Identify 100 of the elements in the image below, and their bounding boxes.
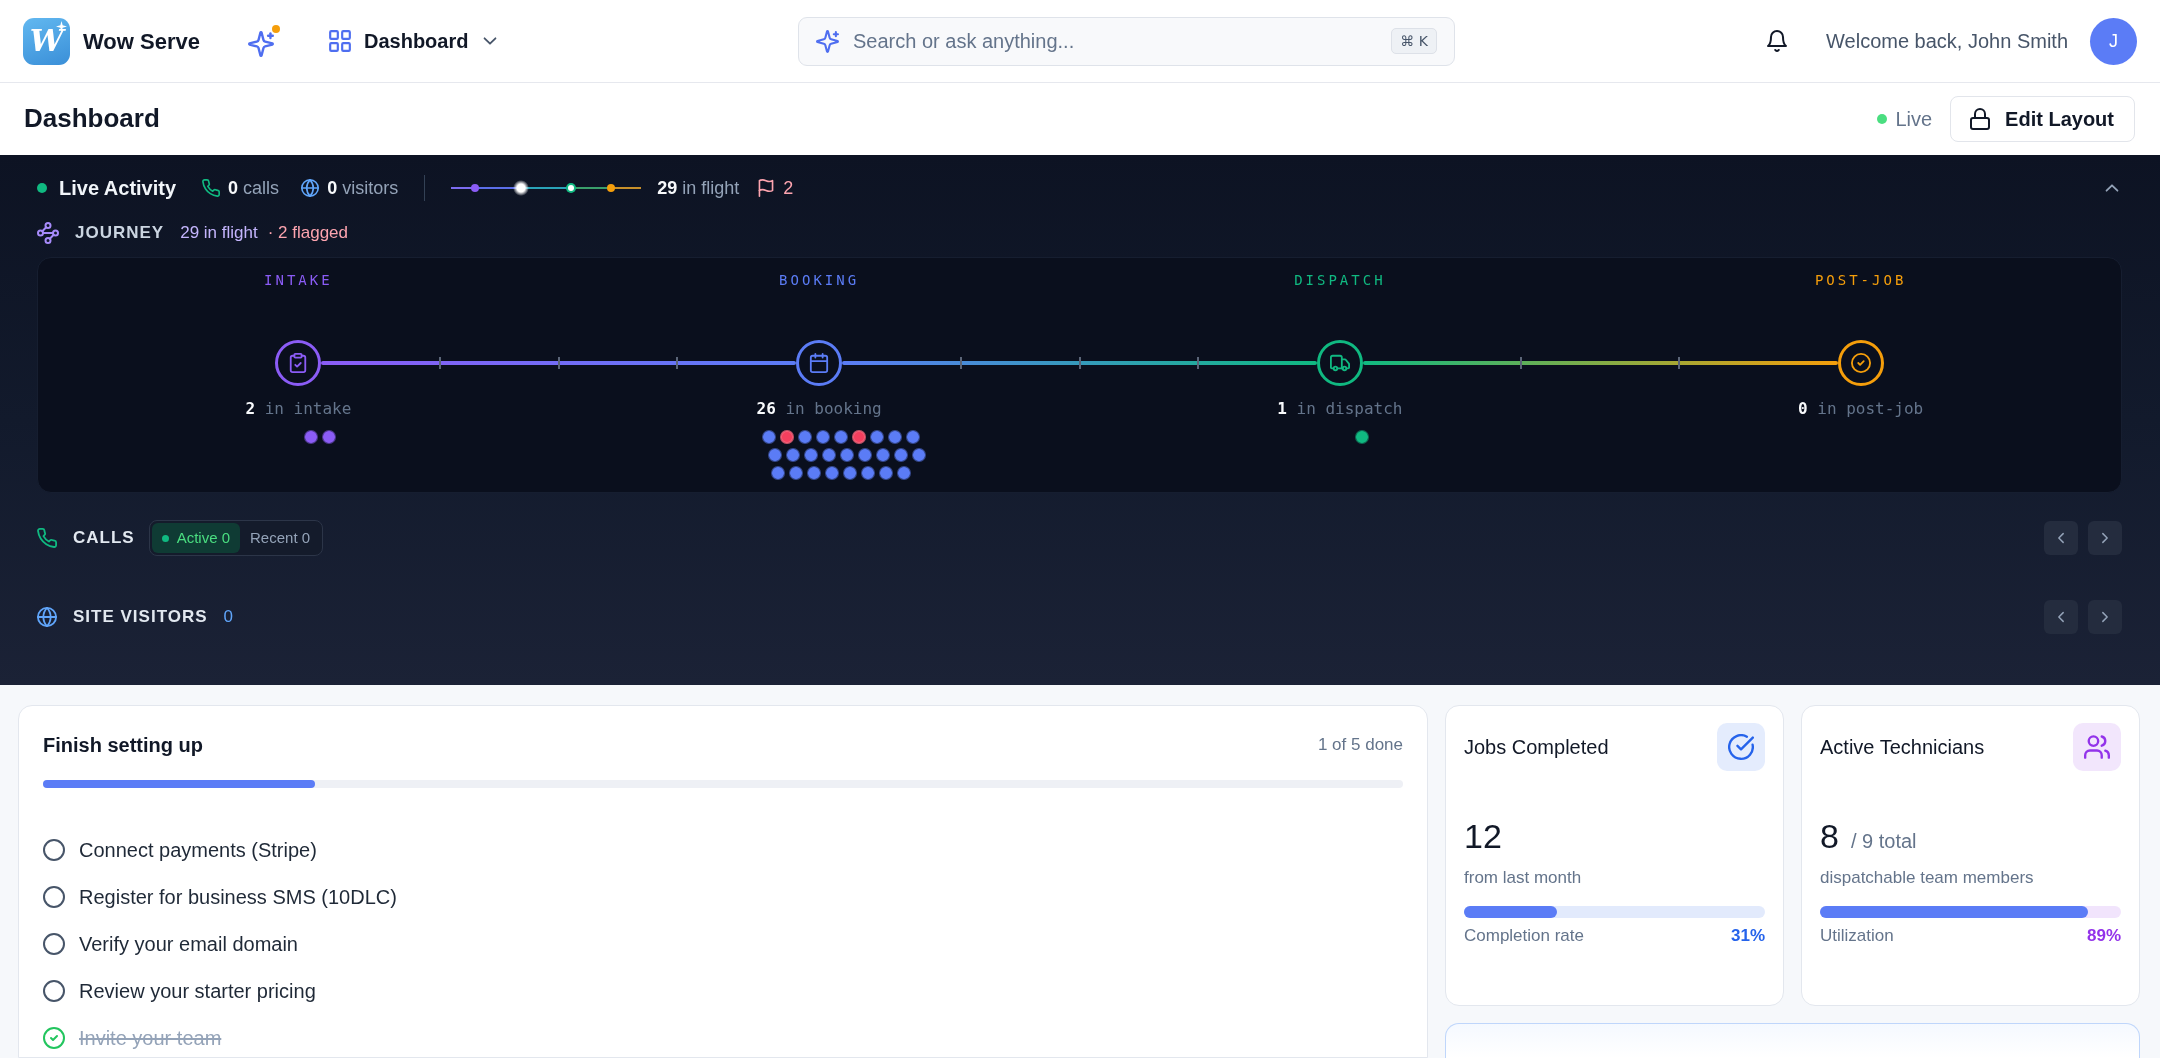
checklist-item[interactable]: Connect payments (Stripe) [79,835,317,865]
check-circle-icon [1850,353,1871,373]
checklist-item[interactable]: Register for business SMS (10DLC) [79,882,397,912]
job-dot[interactable] [897,466,912,480]
job-dot[interactable] [852,430,867,444]
job-dot[interactable] [322,430,337,444]
job-dot[interactable] [789,466,804,480]
sparkles-icon[interactable] [248,31,274,57]
job-dot[interactable] [843,466,858,480]
job-dot[interactable] [768,448,783,462]
job-dot[interactable] [876,448,891,462]
progress-percent: 31% [1730,925,1765,947]
job-dot[interactable] [894,448,909,462]
job-dot[interactable] [888,430,903,444]
status-dot-icon [161,534,169,542]
status-dot-icon [1877,114,1888,124]
progress-label: Completion rate [1464,925,1584,947]
stat-caption: from last month [1464,867,1583,889]
job-dot[interactable] [807,466,822,480]
avatar[interactable]: J [2090,17,2137,65]
section-title: CALLS [73,527,135,550]
job-dot[interactable] [840,448,855,462]
job-dot[interactable] [825,466,840,480]
flag-count: 2 [783,176,794,200]
progress-text: 1 of 5 done [1317,734,1403,757]
edit-layout-button[interactable]: Edit Layout [1950,96,2135,142]
job-dot[interactable] [906,430,921,444]
in-flight-count: 29 in flight [180,222,258,245]
brand-name: Wow Serve [83,27,200,56]
flagged-count: · 2 flagged [267,222,349,245]
truck-icon [1329,353,1350,373]
stat-value: 8 [1820,816,1839,856]
circle-icon[interactable] [43,839,65,861]
stat-caption: dispatchable team members [1820,867,2035,889]
job-dot[interactable] [304,430,319,444]
visitors-count: 0 visitors [327,176,399,200]
job-dot[interactable] [786,448,801,462]
stat-value: 12 [1464,816,1502,856]
route-icon [37,222,59,244]
card-title: Active Technicians [1820,735,1985,760]
progress-label: Utilization [1820,925,1894,947]
tab[interactable]: Active 0 [151,523,241,553]
stage-count: 0 in post-job [1798,398,1924,420]
clipboard-check-icon [288,353,309,373]
job-dot[interactable] [816,430,831,444]
stage-count: 2 in intake [245,398,352,420]
search-input[interactable]: Search or ask anything... [851,25,1380,57]
job-dot[interactable] [870,430,885,444]
checklist-item[interactable]: Review your starter pricing [79,976,316,1006]
shortcut-hint: ⌘ K [1391,28,1437,54]
job-dot[interactable] [780,430,795,444]
circle-icon[interactable] [43,980,65,1002]
card-title: Finish setting up [43,733,203,758]
section-title: JOURNEY [75,222,165,245]
job-dot[interactable] [771,466,786,480]
job-dot[interactable] [858,448,873,462]
status-label: Live [1895,107,1933,132]
users-icon [2073,723,2121,771]
in-flight-count: 29 in flight [657,176,740,200]
globe-icon [301,179,320,197]
job-dot[interactable] [762,430,777,444]
stage-node[interactable] [796,340,843,386]
calls-count: 0 calls [228,176,280,200]
job-dot[interactable] [798,430,813,444]
job-dot[interactable] [879,466,894,480]
section-title: Live Activity [59,176,177,201]
search-field[interactable]: Search or ask anything... ⌘ K [798,16,1455,66]
job-dot[interactable] [822,448,837,462]
card-title: Jobs Completed [1464,735,1609,760]
circle-icon[interactable] [43,933,65,955]
bell-icon[interactable] [1766,30,1789,52]
dashboard-menu-button[interactable]: Dashboard [326,22,503,60]
stage-label: POST-JOB [1814,272,1907,288]
welcome-text: Welcome back, John Smith [1826,29,2068,54]
circle-icon[interactable] [43,886,65,908]
stage-node[interactable] [1837,340,1884,386]
progress-percent: 89% [2086,925,2121,947]
check-circle-icon[interactable] [43,1027,65,1049]
lock-icon [1969,108,1992,130]
visitor-count: 0 [223,606,234,629]
job-dot[interactable] [912,448,927,462]
stage-label: INTAKE [264,272,333,288]
job-dot[interactable] [861,466,876,480]
phone-icon [202,179,221,197]
stage-label: DISPATCH [1294,272,1386,288]
tab[interactable]: Recent 0 [240,523,321,553]
job-dot[interactable] [834,430,849,444]
stage-node[interactable] [1316,340,1363,386]
stage-label: BOOKING [779,272,860,288]
job-dot[interactable] [804,448,819,462]
calendar-icon [809,353,830,373]
job-dot[interactable] [1354,430,1369,444]
status-dot-icon [37,183,47,193]
stage-count: 1 in dispatch [1277,398,1403,420]
stage-node[interactable] [275,340,322,386]
section-title: SITE VISITORS [73,606,208,629]
notification-dot-icon [272,25,280,33]
globe-icon [37,607,57,627]
stage-count: 26 in booking [756,398,882,420]
checklist-item[interactable]: Verify your email domain [79,929,298,959]
